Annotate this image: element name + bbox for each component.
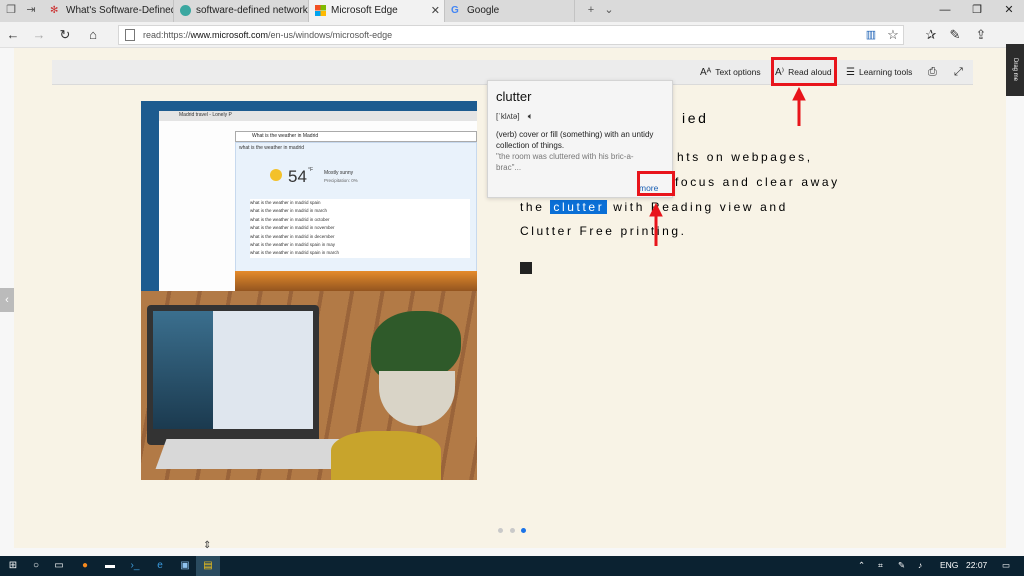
drag-me-handle[interactable]: Drag me: [1006, 44, 1024, 96]
arrow-read-aloud-head: [792, 86, 806, 101]
cortana-icon[interactable]: ○: [29, 559, 43, 573]
firefox-icon[interactable]: ●: [78, 559, 92, 573]
resize-cursor-icon: ⇕: [203, 540, 212, 551]
file-explorer-icon[interactable]: ▤: [201, 559, 215, 573]
drag-label: Drag me: [1012, 58, 1018, 82]
outlook-icon[interactable]: ▣: [178, 559, 192, 573]
windows-start-icon[interactable]: ⊞: [6, 559, 20, 573]
language-indicator[interactable]: ENG: [940, 560, 958, 570]
task-view-icon[interactable]: ▭: [52, 559, 66, 573]
powershell-icon[interactable]: ›_: [128, 559, 142, 573]
edge-icon[interactable]: e: [153, 559, 167, 573]
ink-workspace-icon[interactable]: ✎: [898, 560, 905, 571]
volume-icon[interactable]: ♪: [918, 560, 922, 570]
tray-chevron-icon[interactable]: ⌃: [858, 560, 865, 571]
notifications-icon[interactable]: ▭: [1002, 560, 1010, 571]
annotation-arrows: [649, 86, 806, 246]
taskbar: ⊞ ○ ▭ ● ▬ ›_ e ▣ ▤ ⌃ ⌗ ✎ ♪ ENG 22:07 ▭: [0, 556, 1024, 576]
clock[interactable]: 22:07: [966, 560, 987, 570]
network-icon[interactable]: ⌗: [878, 560, 883, 571]
terminal-icon[interactable]: ▬: [103, 559, 117, 573]
arrow-more-head: [649, 202, 663, 217]
